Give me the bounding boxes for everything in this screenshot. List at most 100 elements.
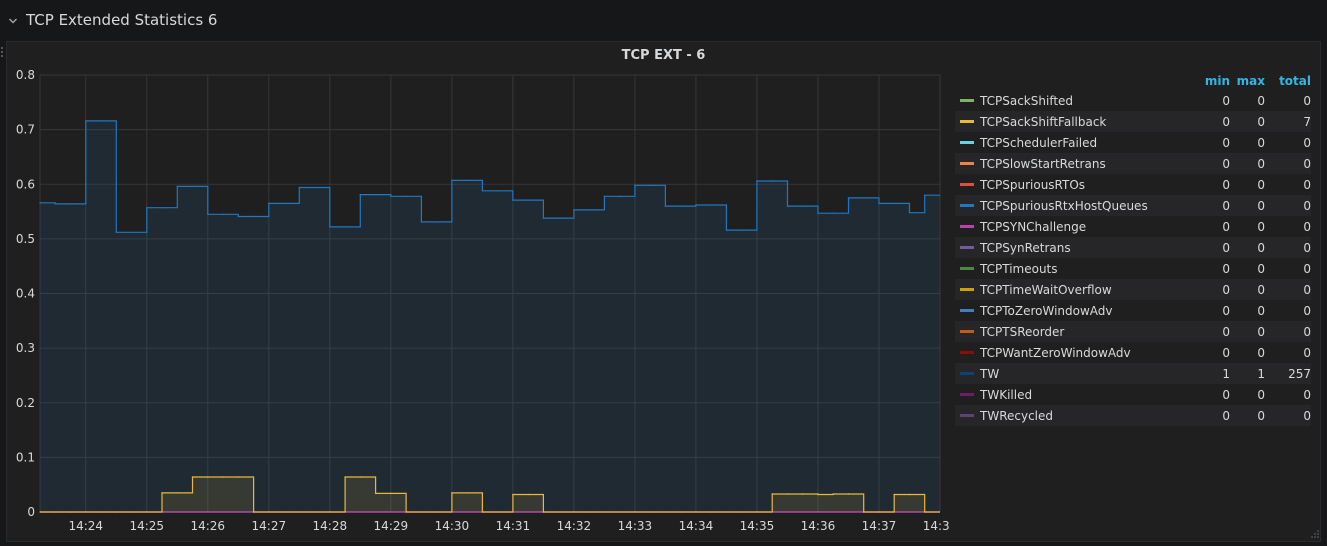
legend-item[interactable]: TCPSpuriousRTOs 0 0 0: [955, 174, 1311, 195]
legend-item-name[interactable]: TCPSYNChallenge: [980, 220, 1195, 234]
data-point: [512, 199, 514, 201]
legend-item-min: 1: [1222, 366, 1230, 381]
legend-swatch-icon[interactable]: [960, 414, 974, 417]
y-tick-label: 0.5: [16, 232, 35, 246]
legend-item-min: 0: [1222, 198, 1230, 213]
legend-item[interactable]: TCPToZeroWindowAdv 0 0 0: [955, 300, 1311, 321]
legend-item-min: 0: [1222, 261, 1230, 276]
legend-item[interactable]: TCPSynRetrans 0 0 0: [955, 237, 1311, 258]
data-point: [145, 206, 148, 209]
legend-swatch-icon[interactable]: [960, 288, 974, 291]
data-point: [451, 492, 453, 494]
legend-item-total: 0: [1303, 219, 1311, 234]
legend-item[interactable]: TCPSpuriousRtxHostQueues 0 0 0: [955, 195, 1311, 216]
legend-item-total: 0: [1303, 345, 1311, 360]
legend-swatch-icon[interactable]: [960, 225, 974, 228]
legend-item-name[interactable]: TCPTimeWaitOverflow: [980, 283, 1195, 297]
resize-handle-icon[interactable]: [1311, 530, 1319, 538]
legend-item-name[interactable]: TW: [980, 367, 1195, 381]
legend-item-total: 0: [1303, 282, 1311, 297]
legend-item-name[interactable]: TCPSynRetrans: [980, 241, 1195, 255]
legend-item-min: 0: [1222, 114, 1230, 129]
legend-item-name[interactable]: TCPSlowStartRetrans: [980, 157, 1195, 171]
legend-item-max: 0: [1257, 282, 1265, 297]
legend-item[interactable]: TCPTimeWaitOverflow 0 0 0: [955, 279, 1311, 300]
x-tick-label: 14:30: [435, 519, 470, 533]
legend-item[interactable]: TCPSackShiftFallback 0 0 7: [955, 111, 1311, 132]
legend-swatch-icon[interactable]: [960, 351, 974, 354]
legend-item-total: 0: [1303, 135, 1311, 150]
legend-item-name[interactable]: TWKilled: [980, 388, 1195, 402]
legend-item-name[interactable]: TCPSackShiftFallback: [980, 115, 1195, 129]
legend-item-max: 0: [1257, 240, 1265, 255]
data-point: [649, 511, 651, 513]
legend-item-min: 0: [1222, 93, 1230, 108]
legend-swatch-icon[interactable]: [960, 309, 974, 312]
y-tick-label: 0.8: [16, 68, 35, 82]
legend-header-max[interactable]: max: [1230, 74, 1265, 88]
legend-swatch-icon[interactable]: [960, 141, 974, 144]
data-point: [603, 511, 606, 513]
data-point: [496, 511, 499, 513]
legend-item[interactable]: TCPTSReorder 0 0 0: [955, 321, 1311, 342]
y-axis: 0 0.1 0.2 0.3 0.4 0.5 0.6 0.7 0.8: [16, 68, 35, 519]
data-point: [557, 511, 560, 513]
legend-item-name[interactable]: TCPTSReorder: [980, 325, 1195, 339]
legend-item-min: 0: [1222, 219, 1230, 234]
data-point: [252, 511, 255, 513]
legend-item[interactable]: TW 1 1 257: [955, 363, 1311, 384]
legend-item[interactable]: TCPSYNChallenge 0 0 0: [955, 216, 1311, 237]
legend-item-name[interactable]: TCPToZeroWindowAdv: [980, 304, 1195, 318]
legend-item[interactable]: TWKilled 0 0 0: [955, 384, 1311, 405]
legend-swatch-icon[interactable]: [960, 162, 974, 165]
legend-swatch-icon[interactable]: [960, 99, 974, 102]
data-point: [344, 226, 346, 228]
data-point: [923, 194, 926, 196]
legend-item-name[interactable]: TCPTimeouts: [980, 262, 1195, 276]
legend-swatch-icon[interactable]: [960, 183, 974, 186]
legend-item-min: 0: [1222, 345, 1230, 360]
data-point: [588, 209, 590, 211]
data-point: [283, 202, 285, 205]
legend-item[interactable]: TCPTimeouts 0 0 0: [955, 258, 1311, 279]
legend-swatch-icon[interactable]: [960, 330, 974, 333]
legend-item[interactable]: TCPSchedulerFailed 0 0 0: [955, 132, 1311, 153]
data-point: [756, 511, 758, 513]
legend-swatch-icon[interactable]: [960, 393, 974, 396]
x-tick-label: 14:29: [374, 519, 409, 533]
legend-item-name[interactable]: TCPSpuriousRtxHostQueues: [980, 199, 1195, 213]
data-point: [252, 215, 255, 218]
legend-item-min: 0: [1222, 282, 1230, 297]
legend-item-total: 0: [1303, 177, 1311, 192]
data-point: [573, 511, 575, 513]
data-point: [161, 206, 163, 209]
legend-swatch-icon[interactable]: [960, 372, 974, 375]
legend-item[interactable]: TCPSackShifted 0 0 0: [955, 90, 1311, 111]
data-point: [786, 493, 789, 495]
data-point: [679, 511, 682, 513]
legend-swatch-icon[interactable]: [960, 246, 974, 249]
legend-swatch-icon[interactable]: [960, 204, 974, 207]
legend-header-total[interactable]: total: [1265, 74, 1311, 88]
data-point: [817, 493, 819, 496]
legend-item-max: 0: [1257, 198, 1265, 213]
legend-swatch-icon[interactable]: [960, 267, 974, 270]
legend-item-total: 0: [1303, 387, 1311, 402]
legend-item-name[interactable]: TCPSpuriousRTOs: [980, 178, 1195, 192]
legend-swatch-icon[interactable]: [960, 120, 974, 123]
legend-item-max: 1: [1257, 366, 1265, 381]
data-point: [603, 195, 606, 198]
data-point: [298, 511, 301, 513]
legend-item[interactable]: TCPWantZeroWindowAdv 0 0 0: [955, 342, 1311, 363]
graph-plot[interactable]: 00.10.20.30.40.50.60.70.8 14:24 14:25 14:2…: [0, 0, 950, 546]
legend-header-min[interactable]: min: [1195, 74, 1230, 88]
legend-item[interactable]: TWRecycled 0 0 0: [955, 405, 1311, 426]
data-point: [359, 476, 362, 478]
legend-item-name[interactable]: TCPWantZeroWindowAdv: [980, 346, 1195, 360]
data-point: [313, 511, 316, 513]
data-point: [405, 511, 407, 513]
legend-item-name[interactable]: TWRecycled: [980, 409, 1195, 423]
legend-item[interactable]: TCPSlowStartRetrans 0 0 0: [955, 153, 1311, 174]
legend-item-name[interactable]: TCPSchedulerFailed: [980, 136, 1195, 150]
legend-item-name[interactable]: TCPSackShifted: [980, 94, 1195, 108]
